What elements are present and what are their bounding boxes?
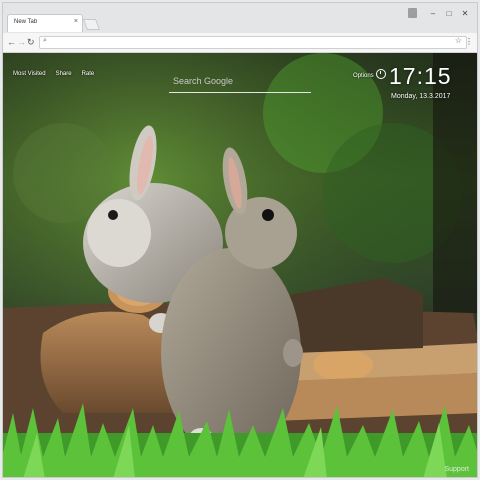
menu-icon[interactable]: ⋮ [465, 37, 473, 46]
browser-window: New Tab × ‒ □ ✕ ← → ↻ ⌕ ☆ ⋮ Most Visited… [2, 2, 478, 478]
google-search-box [169, 71, 311, 93]
maximize-button[interactable]: □ [441, 9, 457, 18]
close-window-button[interactable]: ✕ [457, 9, 473, 18]
new-tab-button[interactable] [82, 19, 101, 30]
window-controls: ‒ □ ✕ [408, 5, 473, 21]
tab-new-tab[interactable]: New Tab × [7, 14, 83, 32]
back-button[interactable]: ← [7, 36, 16, 48]
minimize-button[interactable]: ‒ [425, 9, 441, 18]
rabbits-background-image [3, 53, 477, 477]
bookmark-star-icon[interactable]: ☆ [455, 36, 462, 45]
new-tab-page: Most Visited Share Rate Options 17:15 Mo… [3, 53, 477, 477]
search-underline [169, 92, 311, 93]
top-links: Most Visited Share Rate [13, 71, 94, 77]
clock-icon[interactable] [376, 69, 386, 79]
tab-title: New Tab [14, 19, 38, 25]
forward-button[interactable]: → [17, 36, 26, 48]
address-bar[interactable]: ⌕ ☆ [39, 36, 467, 49]
search-input[interactable] [169, 76, 311, 86]
tab-close-icon[interactable]: × [74, 18, 78, 25]
clock-date: Monday, 13.3.2017 [391, 93, 451, 100]
share-link[interactable]: Share [56, 71, 72, 77]
profile-icon[interactable] [408, 8, 417, 18]
reload-button[interactable]: ↻ [27, 36, 35, 48]
most-visited-link[interactable]: Most Visited [13, 71, 46, 77]
tab-strip: New Tab × ‒ □ ✕ [3, 3, 477, 33]
rate-link[interactable]: Rate [82, 71, 95, 77]
clock-time: 17:15 [389, 63, 452, 89]
support-link[interactable]: Support [444, 466, 469, 473]
search-icon: ⌕ [43, 37, 47, 44]
options-link[interactable]: Options [353, 73, 374, 79]
browser-toolbar: ← → ↻ ⌕ ☆ ⋮ [3, 33, 477, 53]
